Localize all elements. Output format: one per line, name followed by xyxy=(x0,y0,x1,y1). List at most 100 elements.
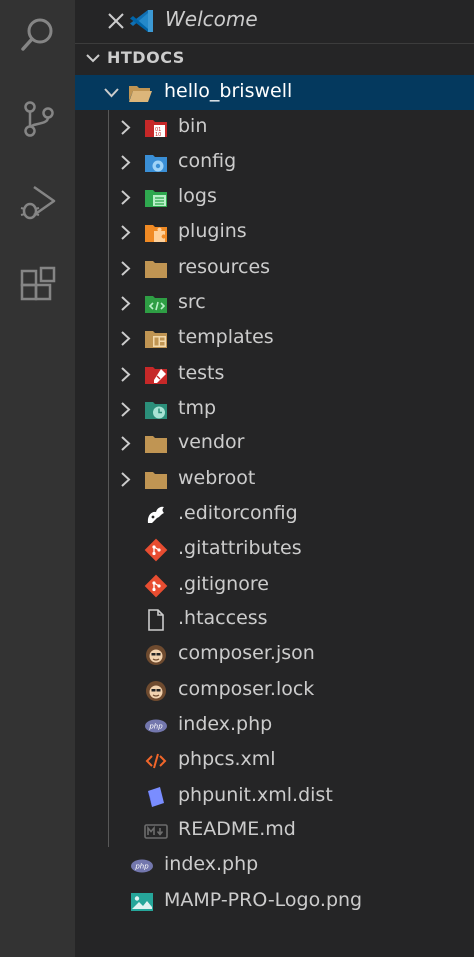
vscode-logo-icon xyxy=(130,10,153,32)
tree-folder-tests[interactable]: tests xyxy=(75,357,474,392)
tree-item-label: phpunit.xml.dist xyxy=(178,784,333,806)
src-folder-icon xyxy=(145,296,167,313)
tree-folder-bin[interactable]: 01 10 bin xyxy=(75,110,474,145)
chevron-down-icon xyxy=(86,54,100,63)
tree-item-label: logs xyxy=(178,185,217,207)
tree-item-label: hello_briswell xyxy=(164,80,293,102)
tree-item-label: vendor xyxy=(178,431,245,453)
svg-text:php: php xyxy=(134,863,149,871)
tree-file-index-php[interactable]: php index.php xyxy=(75,708,474,743)
composer-icon xyxy=(146,681,166,701)
file-icon xyxy=(148,609,164,631)
tree-folder-logs[interactable]: logs xyxy=(75,180,474,215)
chevron-right-icon xyxy=(121,331,131,346)
tree-item-label: config xyxy=(178,150,237,172)
tree-item-label: src xyxy=(178,291,206,313)
svg-text:php: php xyxy=(148,723,163,731)
tree-item-label: .gitignore xyxy=(178,573,269,595)
chevron-right-icon xyxy=(121,261,131,276)
git-icon xyxy=(144,538,168,562)
php-icon: php xyxy=(131,859,153,873)
tree-item-label: .editorconfig xyxy=(178,502,298,524)
chevron-right-icon xyxy=(121,120,131,135)
tree-folder-config[interactable]: config xyxy=(75,145,474,180)
tree-file-readme-md[interactable]: README.md xyxy=(75,813,474,848)
chevron-right-icon xyxy=(121,436,131,451)
xml-icon xyxy=(145,753,167,769)
explorer-sidebar: Welcome HTDOCS hello_briswell 01 10 bin c… xyxy=(75,0,474,957)
tree-item-label: MAMP-PRO-Logo.png xyxy=(164,889,363,911)
folder-icon xyxy=(145,472,167,489)
phpunit-icon xyxy=(148,787,164,807)
tree-item-label: webroot xyxy=(178,467,256,489)
tree-folder-resources[interactable]: resources xyxy=(75,251,474,286)
folder-icon xyxy=(145,436,167,453)
markdown-icon xyxy=(144,824,168,839)
section-title: HTDOCS xyxy=(107,48,185,67)
folder-open-icon xyxy=(129,86,152,102)
chevron-right-icon xyxy=(121,190,131,205)
tree-folder-webroot[interactable]: webroot xyxy=(75,462,474,497)
run-debug-icon[interactable] xyxy=(0,168,75,238)
tree-item-label: composer.json xyxy=(178,642,315,664)
tree-file-gitattributes[interactable]: .gitattributes xyxy=(75,532,474,567)
bin-folder-icon: 0110 xyxy=(145,120,167,138)
tree-item-label: README.md xyxy=(178,818,296,840)
tree-item-label: .gitattributes xyxy=(178,537,302,559)
source-control-icon[interactable] xyxy=(0,84,75,154)
tree-file-phpunit-xml-dist[interactable]: phpunit.xml.dist xyxy=(75,779,474,814)
chevron-right-icon xyxy=(121,296,131,311)
chevron-right-icon xyxy=(121,225,131,240)
folder-icon xyxy=(145,261,167,278)
tree-file-root-index-php[interactable]: php index.php xyxy=(75,848,474,883)
search-icon[interactable] xyxy=(0,0,75,70)
config-folder-icon xyxy=(145,155,167,172)
tree-item-label: index.php xyxy=(178,713,273,735)
tree-item-label: plugins xyxy=(178,220,247,242)
plugins-folder-icon xyxy=(145,225,167,242)
logs-folder-icon xyxy=(145,190,167,207)
tree-folder-templates[interactable]: templates xyxy=(75,321,474,356)
chevron-right-icon xyxy=(121,367,131,382)
chevron-right-icon xyxy=(121,155,131,170)
image-icon xyxy=(131,893,153,911)
tree-file-mamp-pro-logo-png[interactable]: MAMP-PRO-Logo.png xyxy=(75,884,474,919)
tree-item-label: resources xyxy=(178,256,271,278)
svg-text:10: 10 xyxy=(155,132,161,138)
tree-file-editorconfig[interactable]: .editorconfig xyxy=(75,497,474,532)
chevron-right-icon xyxy=(121,402,131,417)
tree-folder-src[interactable]: src xyxy=(75,286,474,321)
tree-item-label: tests xyxy=(178,362,225,384)
tree-folder-tmp[interactable]: tmp xyxy=(75,392,474,427)
tree-item-label: templates xyxy=(178,326,274,348)
templates-folder-icon xyxy=(145,331,167,348)
explorer-section-header[interactable]: HTDOCS xyxy=(75,43,474,74)
close-icon[interactable] xyxy=(105,10,127,32)
tmp-folder-icon xyxy=(145,402,167,419)
tree-item-label: index.php xyxy=(164,853,259,875)
chevron-right-icon xyxy=(121,472,131,487)
activity-bar xyxy=(0,0,75,957)
php-icon: php xyxy=(145,719,167,733)
composer-icon xyxy=(146,645,166,665)
tree-file-phpcs-xml[interactable]: phpcs.xml xyxy=(75,743,474,778)
tests-folder-icon xyxy=(145,367,167,384)
tree-item-label: phpcs.xml xyxy=(178,748,276,770)
tree-file-htaccess[interactable]: .htaccess xyxy=(75,602,474,637)
open-editor-welcome[interactable]: Welcome xyxy=(75,0,474,42)
git-icon xyxy=(144,574,168,598)
open-editor-label: Welcome xyxy=(165,7,258,31)
tree-item-label: bin xyxy=(178,115,208,137)
tree-item-label: tmp xyxy=(178,397,217,419)
editorconfig-icon xyxy=(147,506,164,523)
tree-file-composer-lock[interactable]: composer.lock xyxy=(75,673,474,708)
extensions-icon[interactable] xyxy=(0,250,75,320)
tree-file-gitignore[interactable]: .gitignore xyxy=(75,568,474,603)
tree-item-label: composer.lock xyxy=(178,678,315,700)
tree-file-composer-json[interactable]: composer.json xyxy=(75,637,474,672)
tree-folder-hello-briswell[interactable]: hello_briswell xyxy=(75,75,474,110)
tree-folder-vendor[interactable]: vendor xyxy=(75,426,474,461)
tree-item-label: .htaccess xyxy=(178,607,268,629)
tree-folder-plugins[interactable]: plugins xyxy=(75,215,474,250)
chevron-down-icon xyxy=(104,88,119,98)
